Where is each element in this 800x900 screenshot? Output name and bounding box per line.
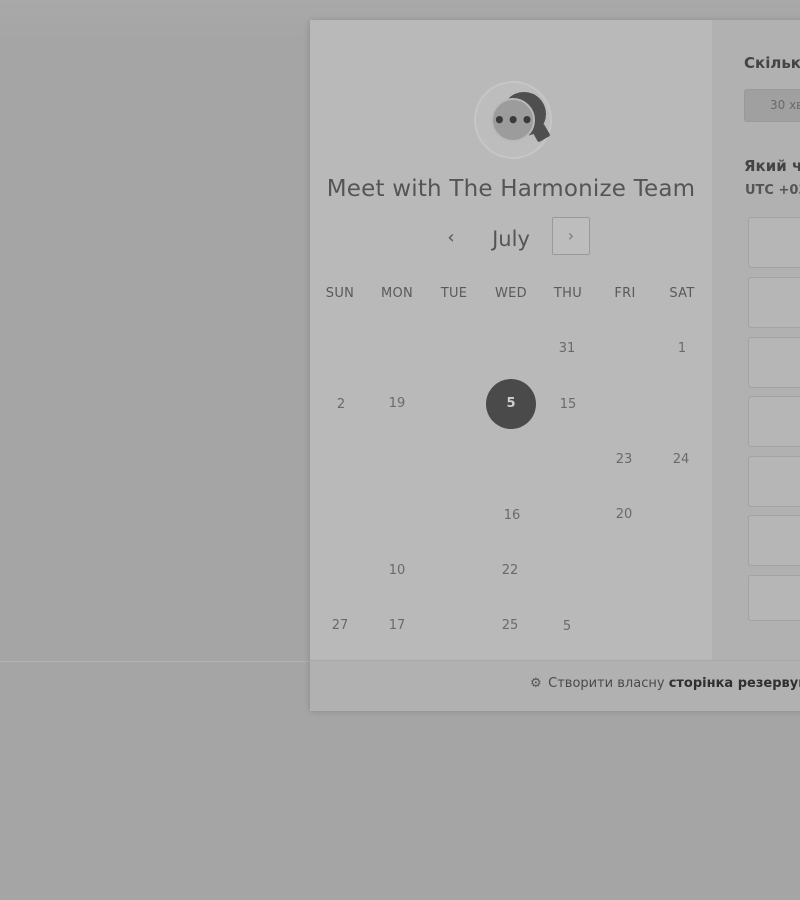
calendar-day[interactable]: 10: [377, 551, 417, 591]
calendar-day[interactable]: 5: [547, 607, 587, 647]
time-slot[interactable]: [748, 456, 800, 507]
time-slot[interactable]: [748, 277, 800, 328]
calendar-day[interactable]: 20: [604, 495, 644, 535]
calendar-day[interactable]: 2: [321, 385, 361, 425]
calendar-day-selected[interactable]: 5: [486, 379, 536, 429]
weekday-mon: MON: [380, 286, 414, 301]
calendar-day[interactable]: 22: [490, 551, 530, 591]
calendar-day[interactable]: 23: [604, 440, 644, 480]
weekday-sat: SAT: [669, 286, 695, 301]
duration-heading: Скільки: [744, 54, 800, 72]
calendar-day[interactable]: 25: [490, 606, 530, 646]
time-heading: Який ча: [744, 157, 800, 175]
hubspot-sprocket-icon: ⚙: [530, 676, 542, 691]
chat-bubble-icon: •••: [474, 81, 552, 159]
calendar-day[interactable]: 15: [548, 385, 588, 425]
footer-text-bold: сторінка резервува: [668, 676, 800, 691]
weekday-fri: FRI: [614, 286, 636, 301]
time-slot[interactable]: [748, 515, 800, 566]
ellipsis-icon: •••: [493, 108, 535, 132]
prev-month-button[interactable]: ‹: [436, 224, 466, 254]
calendar-day[interactable]: 1: [662, 329, 702, 369]
time-slot[interactable]: [748, 337, 800, 388]
calendar-day[interactable]: 24: [661, 440, 701, 480]
calendar-day[interactable]: 16: [492, 496, 532, 536]
duration-option[interactable]: 30 хв: [744, 89, 800, 122]
bubble-front: •••: [491, 98, 535, 142]
time-slot[interactable]: [748, 575, 800, 621]
next-month-button[interactable]: ›: [552, 217, 590, 255]
calendar-day[interactable]: 31: [547, 329, 587, 369]
calendar-day[interactable]: 27: [320, 606, 360, 646]
calendar-day[interactable]: 19: [377, 384, 417, 424]
month-label: July: [492, 227, 530, 251]
weekday-wed: WED: [495, 286, 527, 301]
time-slot[interactable]: [748, 217, 800, 268]
create-booking-page-link[interactable]: ⚙ Створити власну сторінка резервува: [530, 676, 800, 691]
meeting-title: Meet with The Harmonize Team: [326, 176, 696, 202]
weekday-thu: THU: [553, 286, 583, 301]
footer-text-plain: Створити власну: [548, 676, 665, 691]
timezone-label[interactable]: UTC +03: [745, 183, 800, 198]
weekday-sun: SUN: [325, 286, 355, 301]
calendar-day[interactable]: 17: [377, 606, 417, 646]
time-slot[interactable]: [748, 396, 800, 447]
weekday-tue: TUE: [440, 286, 468, 301]
